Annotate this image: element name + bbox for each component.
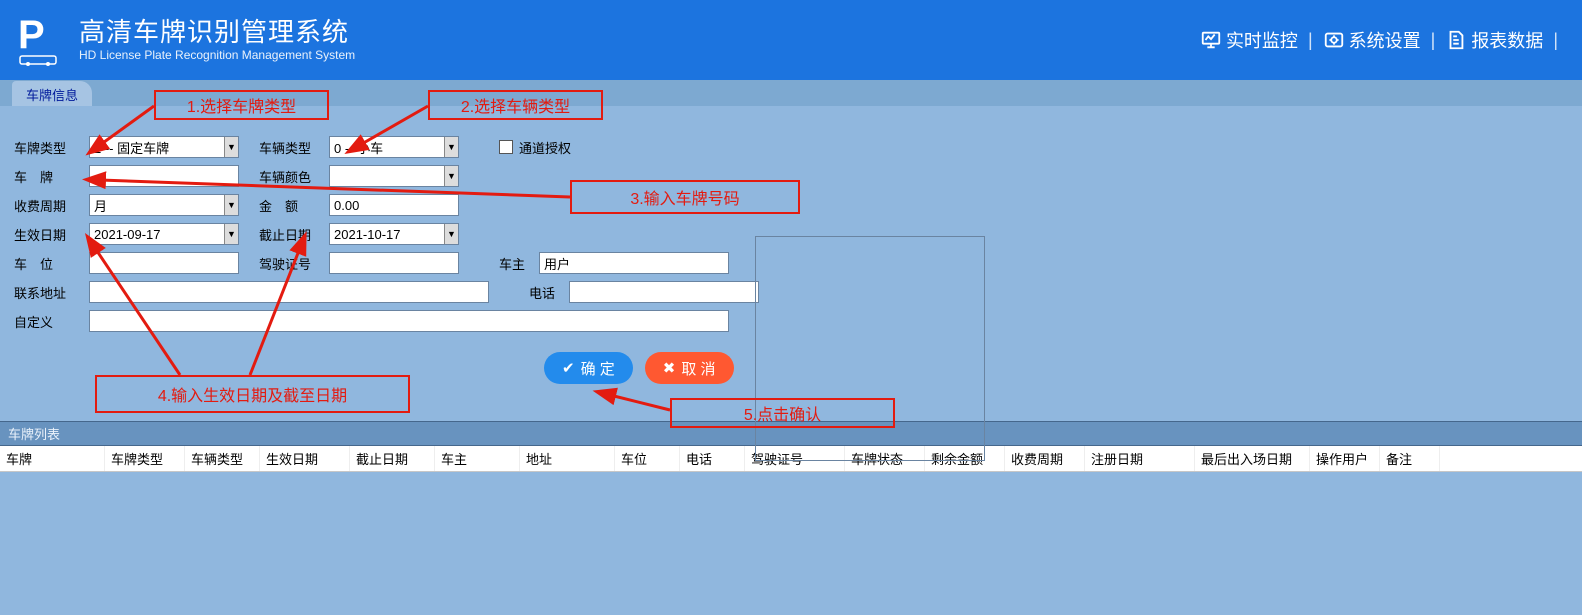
app-header: P 高清车牌识别管理系统 HD License Plate Recognitio… [0, 0, 1582, 80]
app-subtitle: HD License Plate Recognition Management … [79, 48, 355, 62]
row-period: 收费周期 月 ▼ 金 额 [14, 194, 1568, 216]
grid-col-5[interactable]: 车主 [435, 446, 520, 471]
svg-text:P: P [18, 14, 45, 57]
list-title: 车牌列表 [8, 427, 60, 442]
label-custom: 自定义 [14, 312, 89, 331]
amount-input[interactable] [329, 194, 459, 216]
row-plate-type: 车牌类型 1 -- 固定车牌 ▼ 车辆类型 0 -- 小车 ▼ 通道授权 [14, 136, 1568, 158]
label-amount: 金 额 [259, 196, 329, 215]
dropdown-icon: ▼ [444, 166, 458, 186]
expiry-date-value: 2021-10-17 [334, 227, 401, 242]
plate-input[interactable] [89, 165, 239, 187]
nav-reports-label: 报表数据 [1471, 27, 1543, 53]
grid-col-4[interactable]: 截止日期 [350, 446, 435, 471]
cancel-label: 取 消 [681, 358, 715, 379]
nav-sep: | [1553, 30, 1558, 51]
label-address: 联系地址 [14, 283, 89, 302]
tab-label: 车牌信息 [26, 88, 78, 103]
reports-icon [1445, 29, 1467, 51]
tabstrip: 车牌信息 [0, 80, 1582, 106]
check-icon: ✔ [562, 359, 575, 377]
custom-input[interactable] [89, 310, 729, 332]
label-vehicle-type: 车辆类型 [259, 138, 329, 157]
brand-text: 高清车牌识别管理系统 HD License Plate Recognition … [79, 18, 355, 63]
label-phone: 电话 [529, 283, 569, 302]
checkbox-icon [499, 140, 513, 154]
dropdown-icon: ▼ [224, 224, 238, 244]
label-owner: 车主 [499, 254, 539, 273]
vehicle-type-select[interactable]: 0 -- 小车 ▼ [329, 136, 459, 158]
nav-sep: | [1431, 30, 1436, 51]
brand: P 高清车牌识别管理系统 HD License Plate Recognitio… [18, 14, 355, 66]
nav-settings-label: 系统设置 [1349, 27, 1421, 53]
settings-icon [1323, 29, 1345, 51]
label-expiry-date: 截止日期 [259, 225, 329, 244]
dropdown-icon: ▼ [224, 195, 238, 215]
row-plate: 车 牌 车辆颜色 ▼ [14, 165, 1568, 187]
grid-col-12[interactable]: 收费周期 [1005, 446, 1085, 471]
license-no-input[interactable] [329, 252, 459, 274]
label-plate: 车 牌 [14, 167, 89, 186]
app-title: 高清车牌识别管理系统 [79, 18, 355, 47]
plate-type-select[interactable]: 1 -- 固定车牌 ▼ [89, 136, 239, 158]
dropdown-icon: ▼ [224, 137, 238, 157]
ok-label: 确 定 [581, 358, 615, 379]
owner-input[interactable] [539, 252, 729, 274]
channel-auth-checkbox[interactable]: 通道授权 [499, 138, 571, 157]
dropdown-icon: ▼ [444, 137, 458, 157]
dropdown-icon: ▼ [444, 224, 458, 244]
grid-col-14[interactable]: 最后出入场日期 [1195, 446, 1310, 471]
nav-monitor[interactable]: 实时监控 [1200, 27, 1298, 53]
nav-reports[interactable]: 报表数据 [1445, 27, 1543, 53]
form-panel: 车牌类型 1 -- 固定车牌 ▼ 车辆类型 0 -- 小车 ▼ 通道授权 车 牌… [0, 106, 1582, 421]
phone-input[interactable] [569, 281, 759, 303]
grid-col-8[interactable]: 电话 [680, 446, 745, 471]
vehicle-color-select[interactable]: ▼ [329, 165, 459, 187]
expiry-date-picker[interactable]: 2021-10-17 ▼ [329, 223, 459, 245]
grid-col-1[interactable]: 车牌类型 [105, 446, 185, 471]
label-license-no: 驾驶证号 [259, 254, 329, 273]
space-input[interactable] [89, 252, 239, 274]
nav-sep: | [1308, 30, 1313, 51]
grid-col-6[interactable]: 地址 [520, 446, 615, 471]
vehicle-type-value: 0 -- 小车 [334, 138, 383, 157]
grid-col-16[interactable]: 备注 [1380, 446, 1440, 471]
effective-date-value: 2021-09-17 [94, 227, 161, 242]
logo: P [18, 14, 64, 66]
header-nav: 实时监控 | 系统设置 | 报表数据 | [1200, 27, 1562, 53]
grid-col-3[interactable]: 生效日期 [260, 446, 350, 471]
button-row: ✔ 确 定 ✖ 取 消 [544, 352, 1568, 384]
effective-date-picker[interactable]: 2021-09-17 ▼ [89, 223, 239, 245]
grid-body [0, 472, 1582, 612]
monitor-icon [1200, 29, 1222, 51]
nav-monitor-label: 实时监控 [1226, 27, 1298, 53]
label-space: 车 位 [14, 254, 89, 273]
cancel-button[interactable]: ✖ 取 消 [645, 352, 734, 384]
close-icon: ✖ [663, 359, 676, 377]
grid-col-13[interactable]: 注册日期 [1085, 446, 1195, 471]
nav-settings[interactable]: 系统设置 [1323, 27, 1421, 53]
tab-plate-info[interactable]: 车牌信息 [12, 81, 92, 106]
billing-period-value: 月 [94, 196, 107, 215]
channel-auth-label: 通道授权 [519, 138, 571, 157]
label-effective-date: 生效日期 [14, 225, 89, 244]
grid-col-7[interactable]: 车位 [615, 446, 680, 471]
grid-col-0[interactable]: 车牌 [0, 446, 105, 471]
label-plate-type: 车牌类型 [14, 138, 89, 157]
plate-type-value: 1 -- 固定车牌 [94, 138, 169, 157]
grid-col-2[interactable]: 车辆类型 [185, 446, 260, 471]
label-billing-period: 收费周期 [14, 196, 89, 215]
billing-period-select[interactable]: 月 ▼ [89, 194, 239, 216]
image-placeholder [755, 236, 985, 461]
address-input[interactable] [89, 281, 489, 303]
label-vehicle-color: 车辆颜色 [259, 167, 329, 186]
grid-col-15[interactable]: 操作用户 [1310, 446, 1380, 471]
ok-button[interactable]: ✔ 确 定 [544, 352, 633, 384]
